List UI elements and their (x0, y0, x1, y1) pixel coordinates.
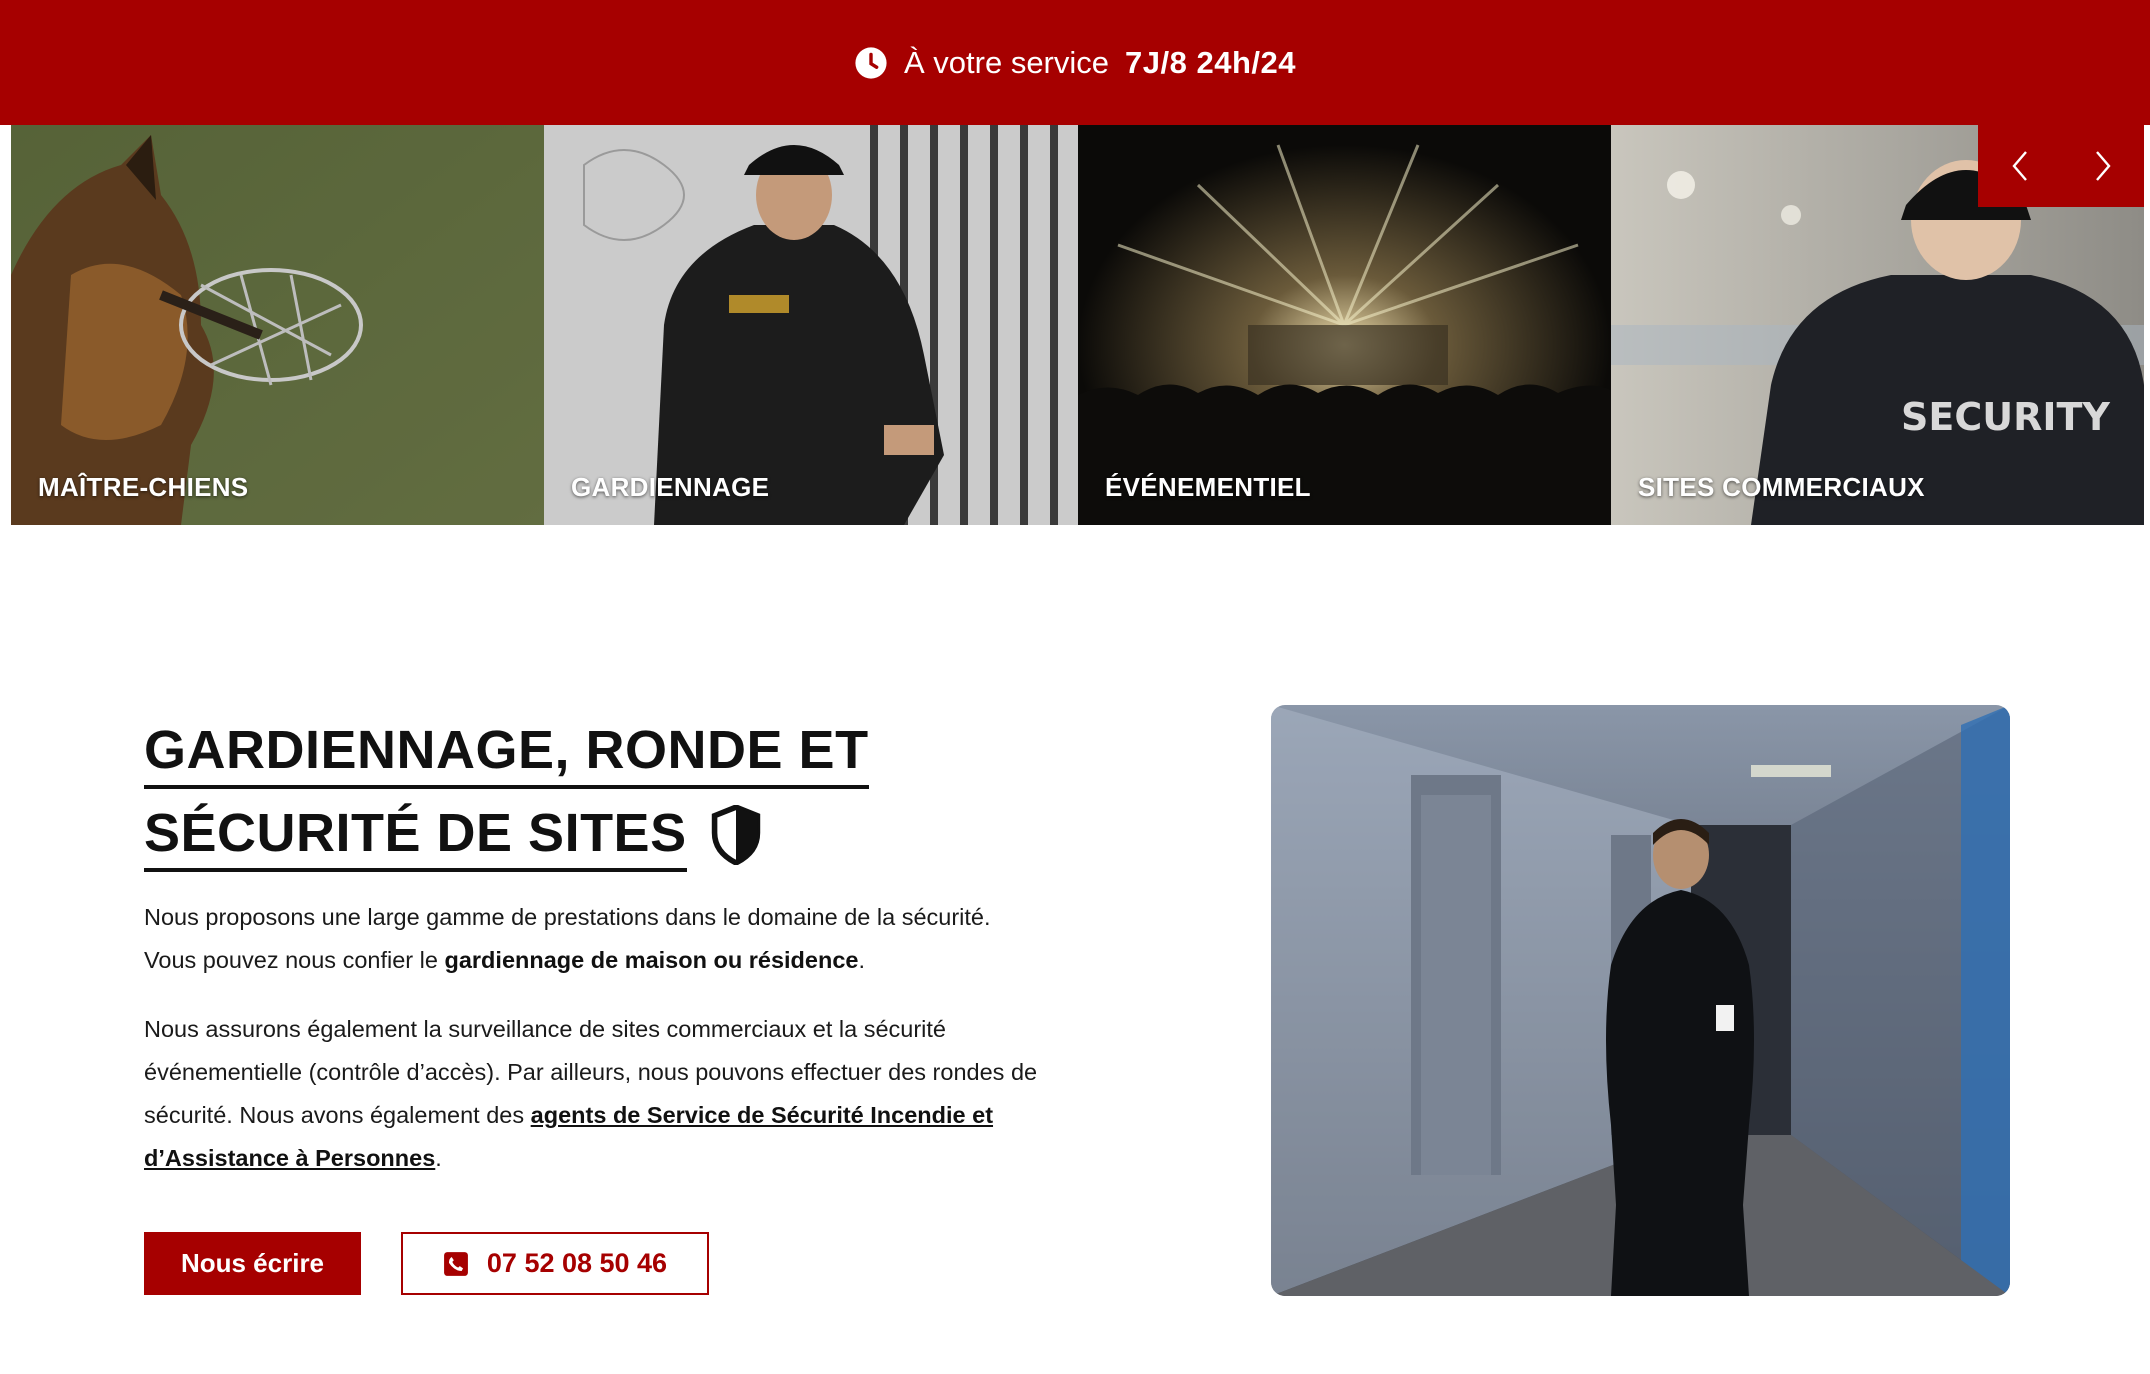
svg-text:SECURITY: SECURITY (1901, 395, 2110, 439)
concert-crowd-photo (1078, 125, 1611, 525)
carousel-label: GARDIENNAGE (571, 472, 770, 502)
carousel-next-button[interactable] (2083, 141, 2123, 191)
highlight-text: gardiennage de maison ou résidence (444, 947, 859, 973)
carousel-card-evenementiel[interactable]: ÉVÉNEMENTIEL (1078, 125, 1611, 525)
phone-icon (443, 1251, 468, 1276)
security-guard-at-gate-photo (544, 125, 1078, 525)
chevron-right-icon (2095, 151, 2111, 181)
carousel-card-maitre-chiens[interactable]: MAÎTRE-CHIENS (11, 125, 544, 525)
intro-paragraph: Nous proposons une large gamme de presta… (144, 904, 991, 973)
shield-icon (711, 804, 760, 865)
chevron-left-icon (2011, 151, 2027, 181)
carousel-label: MAÎTRE-CHIENS (38, 472, 249, 502)
carousel-nav (1978, 125, 2144, 207)
phone-call-button[interactable]: 07 52 08 50 46 (401, 1232, 709, 1295)
title-line-2: SÉCURITÉ DE SITES (144, 798, 687, 872)
carousel-prev-button[interactable] (2000, 141, 2040, 191)
clock-icon (855, 46, 887, 79)
services-paragraph: Nous assurons également la surveillance … (144, 1016, 1038, 1171)
contact-write-button[interactable]: Nous écrire (144, 1232, 361, 1295)
carousel-label: ÉVÉNEMENTIEL (1105, 472, 1311, 502)
top-banner: À votre service 7J/8 24h/24 (0, 0, 2150, 125)
guard-in-corridor-photo (1271, 705, 2010, 1296)
services-carousel: MAÎTRE-CHIENS GARDIENNAGE ÉVÉNEMENTIEL S… (0, 125, 2150, 525)
service-hours: 7J/8 24h/24 (1125, 44, 1296, 80)
page-title: GARDIENNAGE, RONDE ET SÉCURITÉ DE SITES (144, 710, 1044, 876)
title-line-1: GARDIENNAGE, RONDE ET (144, 715, 869, 789)
service-text: À votre service (904, 44, 1110, 80)
carousel-label: SITES COMMERCIAUX (1638, 472, 1925, 502)
muzzled-shepherd-dog-photo (11, 125, 544, 525)
phone-number: 07 52 08 50 46 (486, 1248, 668, 1278)
carousel-card-gardiennage[interactable]: GARDIENNAGE (544, 125, 1078, 525)
